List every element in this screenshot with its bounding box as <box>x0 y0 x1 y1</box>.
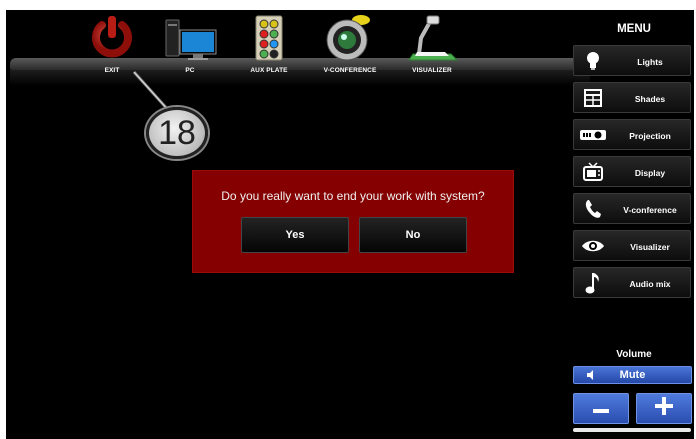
menu-item-label: V-conference <box>623 204 677 215</box>
v-conference-label: V-CONFERENCE <box>323 67 377 74</box>
eye-icon <box>578 235 608 257</box>
pc-source-button[interactable]: PC <box>146 14 234 74</box>
menu-item-v-conference[interactable]: V-conference <box>573 193 691 224</box>
menu-item-shades[interactable]: Shades <box>573 82 691 113</box>
menu-item-label: Display <box>634 167 666 178</box>
menu-item-display[interactable]: Display <box>573 156 691 187</box>
projector-icon <box>578 124 608 146</box>
exit-label: EXIT <box>104 67 120 74</box>
aux-plate-source-button[interactable]: AUX PLATE <box>225 14 313 74</box>
menu-item-projection[interactable]: Projection <box>573 119 691 150</box>
aux-plate-icon <box>252 14 286 67</box>
camera-icon <box>323 14 377 67</box>
mute-label: Mute <box>619 369 646 381</box>
pc-icon <box>160 14 220 67</box>
visualizer-source-button[interactable]: VISUALIZER <box>388 14 476 74</box>
minus-icon <box>593 400 609 418</box>
aux-plate-label: AUX PLATE <box>250 67 288 74</box>
volume-down-button[interactable] <box>573 393 629 424</box>
power-icon <box>88 14 136 67</box>
bulb-icon <box>578 50 608 72</box>
no-button[interactable]: No <box>359 217 467 253</box>
tv-icon <box>578 161 608 183</box>
menu-title: MENU <box>617 23 651 35</box>
callout-badge: 18 <box>146 107 208 159</box>
plus-icon <box>655 397 673 420</box>
volume-level-bar[interactable] <box>573 428 691 432</box>
exit-confirm-dialog: Do you really want to end your work with… <box>192 170 514 273</box>
music-note-icon <box>578 272 608 294</box>
menu-item-label: Visualizer <box>630 241 670 252</box>
volume-title: Volume <box>616 349 652 360</box>
visualizer-label: VISUALIZER <box>412 67 452 74</box>
v-conference-source-button[interactable]: V-CONFERENCE <box>306 14 394 74</box>
document-camera-icon <box>405 14 459 67</box>
window-icon <box>578 87 608 109</box>
mute-button[interactable]: Mute <box>573 366 692 384</box>
menu-item-label: Lights <box>637 56 663 67</box>
menu-item-visualizer[interactable]: Visualizer <box>573 230 691 261</box>
yes-button[interactable]: Yes <box>241 217 349 253</box>
dialog-message: Do you really want to end your work with… <box>221 189 485 203</box>
volume-up-button[interactable] <box>636 393 692 424</box>
menu-item-label: Shades <box>634 93 666 104</box>
menu-item-audio-mix[interactable]: Audio mix <box>573 267 691 298</box>
menu-item-label: Projection <box>629 130 671 141</box>
exit-button[interactable]: EXIT <box>68 14 156 74</box>
phone-icon <box>578 198 608 220</box>
menu-item-lights[interactable]: Lights <box>573 45 691 76</box>
pc-label: PC <box>185 67 195 74</box>
menu-item-label: Audio mix <box>629 278 671 289</box>
